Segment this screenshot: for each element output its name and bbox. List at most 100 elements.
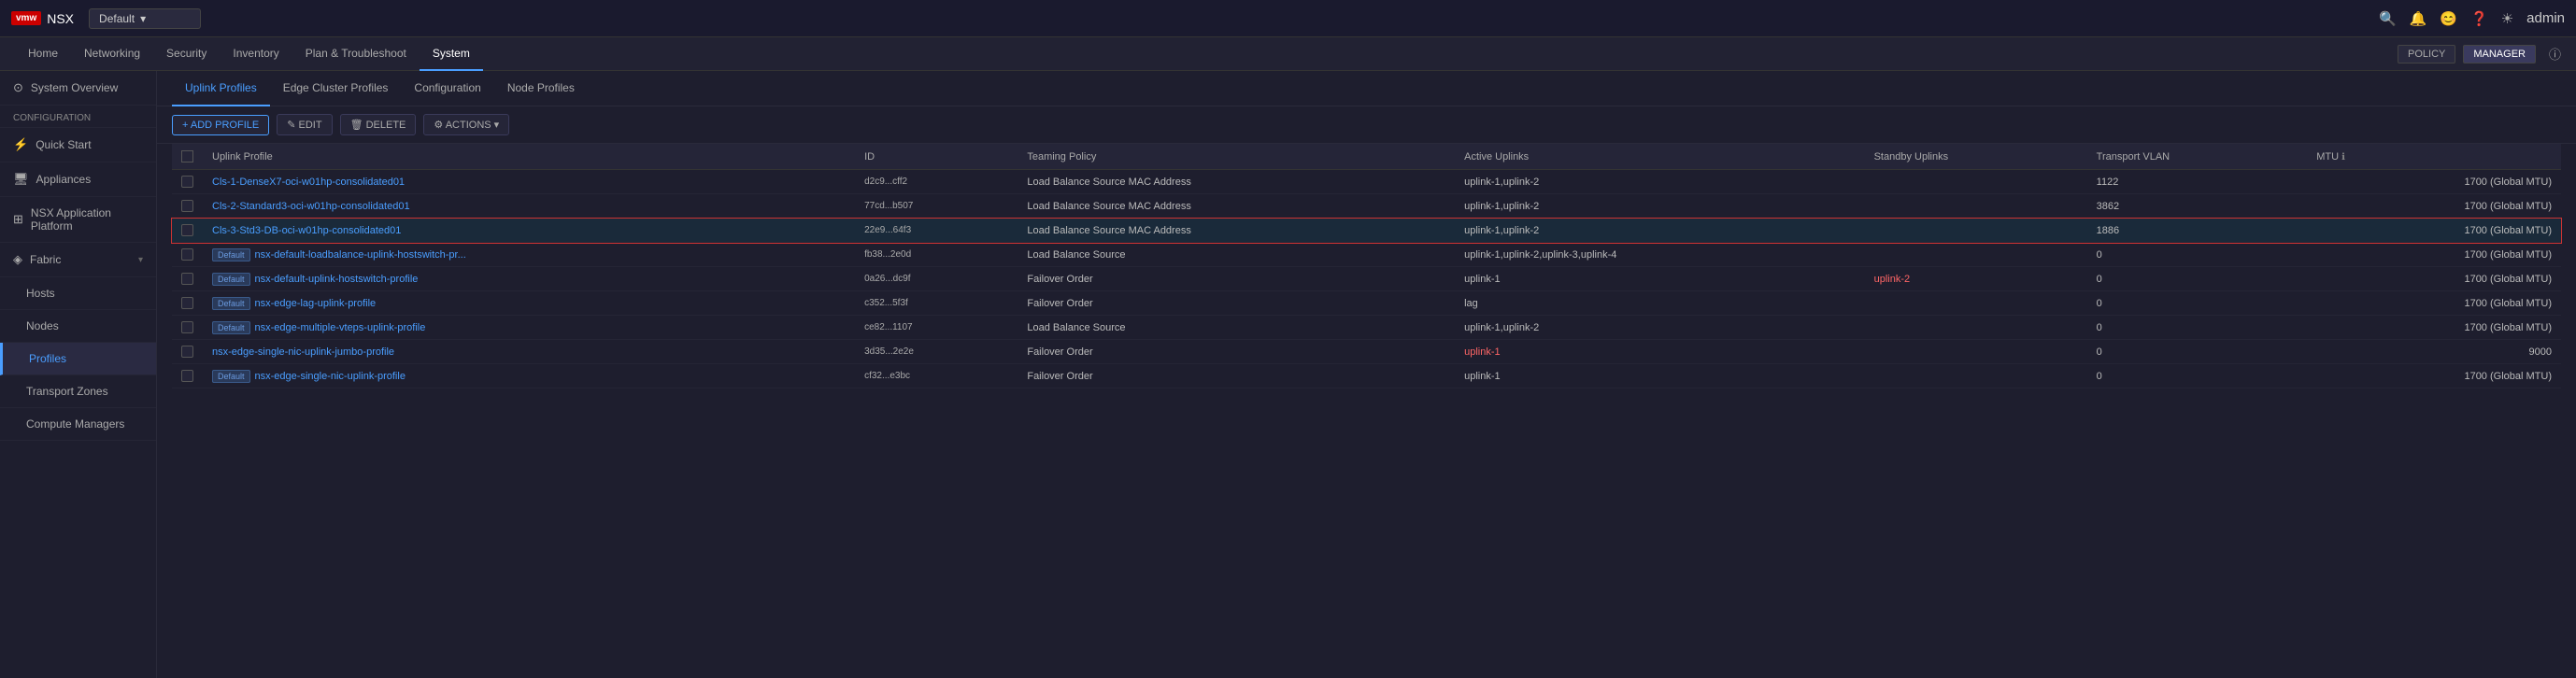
bell-icon[interactable]: 🔔 bbox=[2410, 10, 2427, 27]
col-active-uplinks: Active Uplinks bbox=[1455, 144, 1864, 170]
sidebar-nsx-platform[interactable]: ⊞ NSX Application Platform bbox=[0, 197, 156, 243]
table-row[interactable]: Defaultnsx-edge-lag-uplink-profilec352..… bbox=[172, 291, 2561, 316]
vmw-badge: vmw bbox=[11, 11, 41, 25]
tab-configuration[interactable]: Configuration bbox=[401, 71, 493, 106]
nav-system[interactable]: System bbox=[420, 37, 483, 71]
row-id: ce82...1107 bbox=[855, 316, 1018, 340]
table-row[interactable]: Cls-2-Standard3-oci-w01hp-consolidated01… bbox=[172, 194, 2561, 219]
row-active-uplinks: lag bbox=[1455, 291, 1864, 316]
delete-button[interactable]: 🗑 DELETE bbox=[340, 114, 417, 135]
add-profile-button[interactable]: + ADD PROFILE bbox=[172, 115, 269, 135]
nav-networking[interactable]: Networking bbox=[71, 37, 153, 71]
mtu-info-icon[interactable]: ℹ bbox=[2341, 152, 2345, 162]
row-checkbox[interactable] bbox=[181, 273, 193, 285]
row-teaming: Failover Order bbox=[1018, 267, 1455, 291]
row-id: d2c9...cff2 bbox=[855, 170, 1018, 194]
row-name-link[interactable]: Cls-1-DenseX7-oci-w01hp-consolidated01 bbox=[212, 177, 405, 188]
nav-security[interactable]: Security bbox=[153, 37, 220, 71]
sidebar-transport-zones[interactable]: Transport Zones bbox=[0, 375, 156, 408]
row-mtu: 1700 (Global MTU) bbox=[2307, 194, 2561, 219]
row-vlan: 0 bbox=[2087, 340, 2308, 364]
table-row[interactable]: Defaultnsx-edge-multiple-vteps-uplink-pr… bbox=[172, 316, 2561, 340]
policy-button[interactable]: POLICY bbox=[2398, 45, 2455, 64]
nav-home[interactable]: Home bbox=[15, 37, 71, 71]
row-name-link[interactable]: nsx-edge-multiple-vteps-uplink-profile bbox=[255, 322, 426, 333]
row-mtu: 9000 bbox=[2307, 340, 2561, 364]
row-vlan: 1886 bbox=[2087, 219, 2308, 243]
sidebar-quick-start[interactable]: ⚡ Quick Start bbox=[0, 128, 156, 162]
col-transport-vlan: Transport VLAN bbox=[2087, 144, 2308, 170]
row-active-uplinks: uplink-1 bbox=[1455, 340, 1864, 364]
table-row[interactable]: Cls-1-DenseX7-oci-w01hp-consolidated01 d2… bbox=[172, 170, 2561, 194]
col-standby-uplinks: Standby Uplinks bbox=[1865, 144, 2087, 170]
row-checkbox[interactable] bbox=[181, 346, 193, 358]
row-name-link[interactable]: nsx-edge-single-nic-uplink-profile bbox=[255, 371, 406, 382]
row-active-uplinks: uplink-1,uplink-2 bbox=[1455, 316, 1864, 340]
tab-node-profiles[interactable]: Node Profiles bbox=[494, 71, 588, 106]
environment-dropdown[interactable]: Default ▾ bbox=[89, 8, 201, 29]
tab-uplink-profiles[interactable]: Uplink Profiles bbox=[172, 71, 270, 106]
row-name-link[interactable]: nsx-edge-lag-uplink-profile bbox=[255, 298, 377, 309]
row-standby-uplinks bbox=[1865, 364, 2087, 388]
row-checkbox[interactable] bbox=[181, 200, 193, 212]
sidebar-nodes[interactable]: Nodes bbox=[0, 310, 156, 343]
row-name: Defaultnsx-edge-single-nic-uplink-profil… bbox=[203, 364, 855, 388]
sidebar-hosts[interactable]: Hosts bbox=[0, 277, 156, 310]
table-row[interactable]: Cls-3-Std3-DB-oci-w01hp-consolidated0122… bbox=[172, 219, 2561, 243]
sidebar-profiles[interactable]: Profiles bbox=[0, 343, 156, 375]
actions-button[interactable]: ⚙ ACTIONS ▾ bbox=[423, 114, 509, 135]
sidebar-profiles-label: Profiles bbox=[29, 352, 66, 365]
sidebar-fabric[interactable]: ◈ Fabric ▾ bbox=[0, 243, 156, 277]
table-row[interactable]: nsx-edge-single-nic-uplink-jumbo-profile… bbox=[172, 340, 2561, 364]
row-id: 77cd...b507 bbox=[855, 194, 1018, 219]
row-name-link[interactable]: nsx-edge-single-nic-uplink-jumbo-profile bbox=[212, 346, 394, 358]
row-mtu: 1700 (Global MTU) bbox=[2307, 243, 2561, 267]
info-icon[interactable]: ⓘ bbox=[2549, 45, 2561, 64]
tab-edge-cluster-profiles[interactable]: Edge Cluster Profiles bbox=[270, 71, 402, 106]
row-id: cf32...e3bc bbox=[855, 364, 1018, 388]
user-icon[interactable]: 😊 bbox=[2440, 10, 2457, 27]
help-icon[interactable]: ❓ bbox=[2470, 10, 2488, 27]
manager-button[interactable]: MANAGER bbox=[2463, 45, 2536, 64]
row-checkbox-cell bbox=[172, 364, 203, 388]
sidebar-appliances[interactable]: 🖥 Appliances bbox=[0, 162, 156, 197]
sidebar-compute-managers[interactable]: Compute Managers bbox=[0, 408, 156, 441]
toolbar: + ADD PROFILE ✎ EDIT 🗑 DELETE ⚙ ACTIONS … bbox=[157, 106, 2576, 144]
default-badge: Default bbox=[212, 248, 250, 261]
row-name-link[interactable]: nsx-default-loadbalance-uplink-hostswitc… bbox=[255, 249, 466, 261]
table-row[interactable]: Defaultnsx-edge-single-nic-uplink-profil… bbox=[172, 364, 2561, 388]
row-teaming: Load Balance Source bbox=[1018, 316, 1455, 340]
row-teaming: Load Balance Source bbox=[1018, 243, 1455, 267]
row-checkbox[interactable] bbox=[181, 321, 193, 333]
row-name: Defaultnsx-edge-multiple-vteps-uplink-pr… bbox=[203, 316, 855, 340]
row-name-link[interactable]: nsx-default-uplink-hostswitch-profile bbox=[255, 274, 419, 285]
nav-inventory[interactable]: Inventory bbox=[220, 37, 292, 71]
row-id: 0a26...dc9f bbox=[855, 267, 1018, 291]
row-vlan: 3862 bbox=[2087, 194, 2308, 219]
row-standby-uplinks bbox=[1865, 219, 2087, 243]
sidebar-quick-start-label: Quick Start bbox=[36, 138, 91, 151]
row-checkbox[interactable] bbox=[181, 224, 193, 236]
table-row[interactable]: Defaultnsx-default-uplink-hostswitch-pro… bbox=[172, 267, 2561, 291]
row-checkbox[interactable] bbox=[181, 370, 193, 382]
row-teaming: Load Balance Source MAC Address bbox=[1018, 219, 1455, 243]
table-row[interactable]: Default nsx-default-loadbalance-uplink-ho… bbox=[172, 243, 2561, 267]
row-name: Cls-1-DenseX7-oci-w01hp-consolidated01 bbox=[203, 170, 855, 194]
row-checkbox[interactable] bbox=[181, 248, 193, 261]
chevron-icon: ▾ bbox=[138, 255, 143, 265]
row-checkbox-cell bbox=[172, 291, 203, 316]
row-standby-uplinks: uplink-2 bbox=[1865, 267, 2087, 291]
row-teaming: Failover Order bbox=[1018, 364, 1455, 388]
search-icon[interactable]: 🔍 bbox=[2379, 10, 2397, 27]
row-checkbox[interactable] bbox=[181, 176, 193, 188]
sidebar-system-overview[interactable]: ⊙ System Overview bbox=[0, 71, 156, 106]
theme-icon[interactable]: ☀ bbox=[2501, 10, 2513, 27]
edit-button[interactable]: ✎ EDIT bbox=[277, 114, 332, 135]
admin-label[interactable]: admin bbox=[2526, 10, 2565, 26]
row-name-link[interactable]: Cls-3-Std3-DB-oci-w01hp-consolidated01 bbox=[212, 225, 401, 236]
nav-plan-troubleshoot[interactable]: Plan & Troubleshoot bbox=[292, 37, 420, 71]
sidebar-fabric-label: Fabric bbox=[30, 253, 61, 266]
row-mtu: 1700 (Global MTU) bbox=[2307, 219, 2561, 243]
row-checkbox[interactable] bbox=[181, 297, 193, 309]
row-name-link[interactable]: Cls-2-Standard3-oci-w01hp-consolidated01 bbox=[212, 201, 410, 212]
